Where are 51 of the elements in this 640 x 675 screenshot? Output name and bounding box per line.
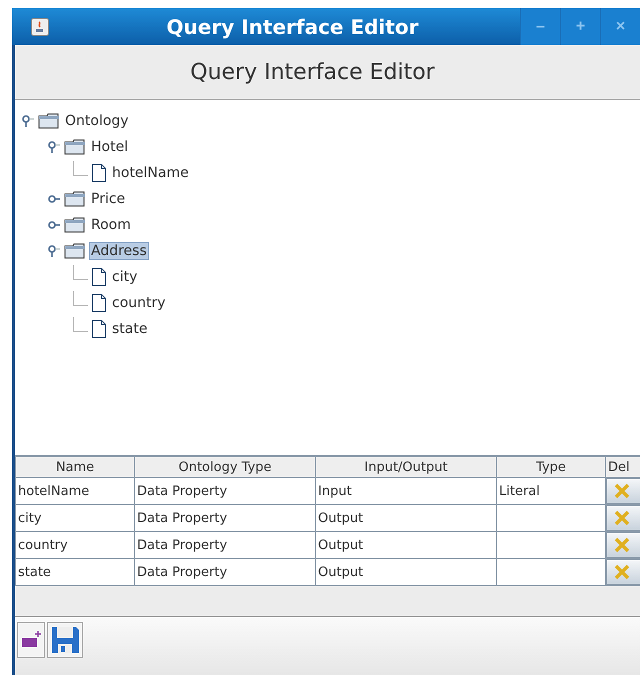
- table-cell: Output: [316, 504, 496, 532]
- table-cell: hotelName: [16, 478, 134, 504]
- document-icon: [91, 319, 107, 339]
- tree-item[interactable]: Ontology: [63, 112, 131, 130]
- tree-item[interactable]: Hotel: [89, 138, 130, 156]
- expanded-handle-icon[interactable]: [47, 140, 61, 154]
- delete-button[interactable]: [606, 559, 640, 585]
- folder-icon: [64, 217, 86, 233]
- expanded-handle-icon[interactable]: [47, 244, 61, 258]
- column-header[interactable]: Name: [16, 456, 134, 478]
- tree-item[interactable]: city: [110, 268, 140, 286]
- table-cell: state: [16, 558, 134, 586]
- window-title: Query Interface Editor: [166, 14, 420, 38]
- column-header[interactable]: Input/Output: [316, 456, 496, 478]
- tree-item[interactable]: state: [110, 320, 150, 338]
- table-cell: Output: [316, 532, 496, 558]
- column-header[interactable]: Type: [496, 456, 606, 478]
- document-icon: [91, 163, 107, 183]
- tree-item[interactable]: country: [110, 294, 168, 312]
- x-icon: [613, 536, 631, 554]
- x-icon: [613, 482, 631, 500]
- delete-button[interactable]: [606, 478, 640, 504]
- delete-button[interactable]: [606, 532, 640, 558]
- tree-item[interactable]: Room: [89, 216, 133, 234]
- folder-icon: [38, 113, 60, 129]
- header-title: Query Interface Editor: [190, 60, 435, 84]
- x-icon: [613, 563, 631, 581]
- table-cell: Literal: [496, 478, 606, 504]
- delete-button[interactable]: [606, 505, 640, 531]
- column-header[interactable]: Ontology Type: [134, 456, 316, 478]
- folder-icon: [64, 191, 86, 207]
- tree-item[interactable]: Address: [89, 242, 149, 260]
- add-button[interactable]: [17, 622, 45, 658]
- save-button[interactable]: [47, 622, 83, 658]
- table-cell: Data Property: [134, 478, 316, 504]
- tree-item[interactable]: Price: [89, 190, 128, 208]
- document-icon: [91, 293, 107, 313]
- folder-icon: [64, 243, 86, 259]
- table-cell: Data Property: [134, 504, 316, 532]
- folder-icon: [64, 139, 86, 155]
- table-cell: Input: [316, 478, 496, 504]
- table-cell: Data Property: [134, 558, 316, 586]
- expanded-handle-icon[interactable]: [21, 114, 35, 128]
- tree-item[interactable]: hotelName: [110, 164, 191, 182]
- table-cell: Output: [316, 558, 496, 586]
- x-icon: [613, 509, 631, 527]
- document-icon: [91, 267, 107, 287]
- table-cell: city: [16, 504, 134, 532]
- table-cell: Data Property: [134, 532, 316, 558]
- table-cell: country: [16, 532, 134, 558]
- column-header[interactable]: Del: [606, 456, 640, 478]
